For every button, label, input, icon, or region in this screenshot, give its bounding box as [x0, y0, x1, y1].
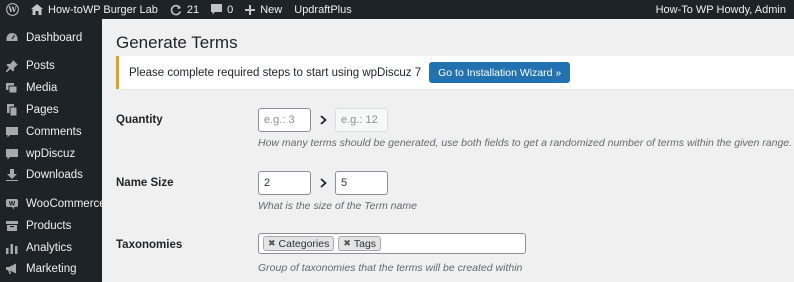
- wordpress-logo-button[interactable]: W: [0, 0, 25, 19]
- refresh-icon: [170, 4, 182, 16]
- site-name: How-toWP Burger Lab: [48, 3, 158, 16]
- chevron-right-icon: [317, 171, 329, 195]
- sidebar-item-label: Media: [26, 82, 58, 94]
- sidebar-item-analytics[interactable]: Analytics: [0, 238, 102, 258]
- name-size-description: What is the size of the Term name: [258, 200, 417, 212]
- sidebar-item-label: wpDiscuz: [26, 148, 76, 160]
- sidebar-item-pages[interactable]: Pages: [0, 100, 102, 120]
- name-size-max-input[interactable]: [335, 171, 388, 195]
- comment-icon: [6, 148, 18, 160]
- taxonomies-select[interactable]: ✖ Categories ✖ Tags: [258, 233, 526, 254]
- admin-bar: W How-toWP Burger Lab 21 0 New UpdraftPl…: [0, 0, 794, 19]
- comment-icon: [6, 126, 18, 138]
- quantity-min-input[interactable]: [258, 108, 311, 132]
- chevron-right-icon: [317, 108, 329, 132]
- updraftplus-link[interactable]: UpdraftPlus: [288, 0, 357, 19]
- products-icon: [6, 220, 18, 232]
- home-icon: [31, 4, 43, 15]
- sidebar-item-wpdiscuz[interactable]: wpDiscuz: [0, 144, 102, 164]
- sidebar-item-downloads[interactable]: Downloads: [0, 165, 102, 185]
- chip-label: Tags: [353, 237, 377, 250]
- sidebar-item-label: WooCommerce: [26, 198, 106, 210]
- dashboard-icon: [6, 32, 18, 44]
- quantity-label: Quantity: [116, 114, 163, 126]
- main-content: Generate Terms Please complete required …: [102, 19, 794, 282]
- taxonomies-label: Taxonomies: [116, 239, 183, 251]
- updates-link[interactable]: 21: [164, 0, 205, 19]
- remove-icon[interactable]: ✖: [268, 238, 276, 249]
- sidebar-item-comments[interactable]: Comments: [0, 122, 102, 142]
- taxonomy-chip-categories: ✖ Categories: [263, 236, 335, 251]
- page-title: Generate Terms: [116, 33, 238, 52]
- svg-text:W: W: [9, 201, 16, 208]
- comments-count: 0: [227, 3, 234, 16]
- sidebar-item-dashboard[interactable]: Dashboard: [0, 28, 102, 48]
- taxonomies-description: Group of taxonomies that the terms will …: [258, 262, 523, 274]
- setup-notice: Please complete required steps to start …: [116, 56, 794, 89]
- sidebar-item-label: Posts: [26, 60, 55, 72]
- sidebar-item-posts[interactable]: Posts: [0, 56, 102, 76]
- comment-bubble-icon: [211, 4, 223, 15]
- new-content-link[interactable]: New: [239, 0, 288, 19]
- bar-chart-icon: [6, 242, 18, 254]
- remove-icon[interactable]: ✖: [343, 238, 351, 249]
- installation-wizard-button[interactable]: Go to Installation Wizard »: [429, 62, 571, 83]
- greeting-text: How-To WP Howdy, Admin: [655, 3, 786, 16]
- woo-icon: W: [6, 198, 18, 210]
- sidebar-item-products[interactable]: Products: [0, 216, 102, 236]
- quantity-max-input[interactable]: [335, 108, 388, 132]
- sidebar-item-woocommerce[interactable]: W WooCommerce: [0, 194, 106, 214]
- notice-text: Please complete required steps to start …: [129, 66, 422, 79]
- name-size-label: Name Size: [116, 177, 174, 189]
- wordpress-logo-icon: W: [6, 3, 19, 16]
- sidebar-item-label: Marketing: [26, 263, 77, 275]
- sidebar-item-label: Analytics: [26, 242, 73, 254]
- updates-count: 21: [186, 3, 200, 16]
- quantity-description: How many terms should be generated, use …: [258, 137, 793, 149]
- comments-link[interactable]: 0: [205, 0, 239, 19]
- account-menu[interactable]: How-To WP Howdy, Admin: [650, 0, 794, 19]
- new-label: New: [260, 3, 283, 16]
- sidebar-item-label: Downloads: [26, 169, 83, 181]
- pin-icon: [6, 60, 18, 72]
- pages-icon: [6, 104, 18, 116]
- media-icon: [6, 82, 18, 94]
- plus-icon: [245, 4, 256, 15]
- megaphone-icon: [6, 263, 18, 275]
- sidebar-item-label: Products: [26, 220, 72, 232]
- updraftplus-label: UpdraftPlus: [294, 3, 352, 16]
- sidebar-item-marketing[interactable]: Marketing: [0, 259, 102, 279]
- chip-label: Categories: [278, 237, 330, 250]
- taxonomy-chip-tags: ✖ Tags: [338, 236, 382, 251]
- sidebar-item-label: Dashboard: [26, 32, 83, 44]
- sidebar-item-label: Pages: [26, 104, 59, 116]
- site-name-link[interactable]: How-toWP Burger Lab: [25, 0, 164, 19]
- admin-sidebar: Dashboard Posts Media Pages Comments wpD…: [0, 19, 106, 282]
- sidebar-item-label: Comments: [26, 126, 82, 138]
- name-size-min-input[interactable]: [258, 171, 311, 195]
- download-icon: [6, 169, 18, 181]
- sidebar-item-media[interactable]: Media: [0, 78, 102, 98]
- svg-text:W: W: [7, 5, 17, 14]
